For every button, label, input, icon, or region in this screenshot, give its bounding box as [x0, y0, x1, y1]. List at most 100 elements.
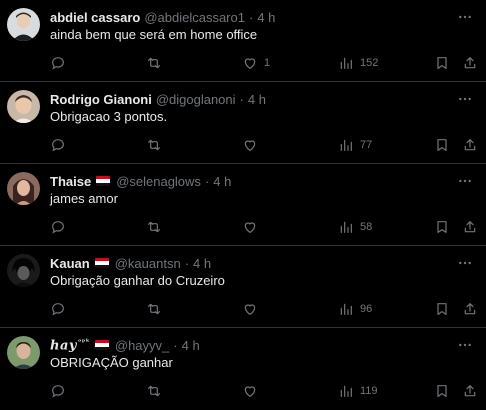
- views-chart-icon: [340, 303, 352, 315]
- tweet-actions: 58: [42, 217, 482, 237]
- bookmark-button[interactable]: [434, 135, 450, 155]
- share-icon: [464, 385, 476, 397]
- reply-button[interactable]: [50, 381, 66, 401]
- tweet[interactable]: Thaise @selenaglows · 4 h james amor 58: [0, 164, 486, 246]
- retweet-icon: [148, 303, 160, 315]
- timestamp[interactable]: 4 h: [193, 256, 211, 271]
- more-horizontal-icon: [459, 15, 471, 19]
- views-button[interactable]: 58: [338, 217, 372, 237]
- more-options-button[interactable]: [454, 6, 476, 28]
- retweet-button[interactable]: [146, 135, 162, 155]
- more-horizontal-icon: [459, 343, 471, 347]
- views-chart-icon: [340, 221, 352, 233]
- tweet-header: hayᵒᵖᵏ @hayyv_ · 4 h: [50, 337, 200, 353]
- tweet[interactable]: Rodrigo Gianoni @digoglanoni · 4 h Obrig…: [0, 82, 486, 164]
- view-count: 77: [360, 139, 373, 151]
- bookmark-button[interactable]: [434, 53, 450, 73]
- author-name[interactable]: hayᵒᵖᵏ: [50, 337, 90, 353]
- tweet-feed: abdiel cassaro @abdielcassaro1 · 4 h ain…: [0, 0, 486, 410]
- avatar[interactable]: [7, 336, 40, 369]
- share-icon: [464, 303, 476, 315]
- retweet-icon: [148, 57, 160, 69]
- separator: ·: [248, 9, 254, 25]
- bookmark-icon: [437, 385, 447, 397]
- tweet[interactable]: abdiel cassaro @abdielcassaro1 · 4 h ain…: [0, 0, 486, 82]
- author-handle[interactable]: @digoglanoni: [156, 92, 236, 107]
- avatar[interactable]: [7, 254, 40, 287]
- views-button[interactable]: 119: [338, 381, 378, 401]
- retweet-icon: [148, 221, 160, 233]
- more-options-button[interactable]: [454, 88, 476, 110]
- timestamp[interactable]: 4 h: [257, 10, 275, 25]
- share-button[interactable]: [462, 299, 478, 319]
- view-count: 58: [360, 221, 373, 233]
- tweet[interactable]: hayᵒᵖᵏ @hayyv_ · 4 h OBRIGAÇÃO ganhar 11…: [0, 328, 486, 410]
- avatar[interactable]: [7, 172, 40, 205]
- reply-icon: [52, 385, 64, 398]
- reply-button[interactable]: [50, 217, 66, 237]
- author-name[interactable]: Rodrigo Gianoni: [50, 92, 152, 107]
- heart-icon: [244, 140, 256, 151]
- more-options-button[interactable]: [454, 170, 476, 192]
- bookmark-button[interactable]: [434, 299, 450, 319]
- views-button[interactable]: 96: [338, 299, 372, 319]
- author-name[interactable]: abdiel cassaro: [50, 10, 140, 25]
- reply-button[interactable]: [50, 135, 66, 155]
- avatar[interactable]: [7, 8, 40, 41]
- tweet-text: ainda bem que será em home office: [50, 27, 258, 42]
- timestamp[interactable]: 4 h: [182, 338, 200, 353]
- tweet-actions: 1 152: [42, 53, 482, 73]
- tweet-actions: 119: [42, 381, 482, 401]
- bookmark-button[interactable]: [434, 381, 450, 401]
- reply-button[interactable]: [50, 53, 66, 73]
- author-handle[interactable]: @abdielcassaro1: [144, 10, 245, 25]
- reply-button[interactable]: [50, 299, 66, 319]
- like-button[interactable]: [242, 299, 264, 319]
- author-handle[interactable]: @hayyv_: [115, 338, 169, 353]
- share-button[interactable]: [462, 135, 478, 155]
- bookmark-icon: [437, 57, 447, 69]
- view-count: 96: [360, 303, 373, 315]
- retweet-button[interactable]: [146, 217, 162, 237]
- red-white-black-flag-icon: [96, 176, 111, 186]
- reply-icon: [52, 303, 64, 316]
- share-icon: [464, 139, 476, 151]
- tweet[interactable]: Kauan @kauantsn · 4 h Obrigação ganhar d…: [0, 246, 486, 328]
- bookmark-icon: [437, 221, 447, 233]
- separator: ·: [184, 255, 190, 271]
- heart-icon: [244, 386, 256, 397]
- more-options-button[interactable]: [454, 334, 476, 356]
- views-button[interactable]: 152: [338, 53, 378, 73]
- reply-icon: [52, 221, 64, 234]
- timestamp[interactable]: 4 h: [213, 174, 231, 189]
- more-options-button[interactable]: [454, 252, 476, 274]
- like-count: 1: [264, 57, 271, 69]
- tweet-actions: 96: [42, 299, 482, 319]
- like-button[interactable]: [242, 135, 264, 155]
- like-button[interactable]: 1: [242, 53, 270, 73]
- author-name[interactable]: Kauan: [50, 256, 90, 271]
- author-handle[interactable]: @kauantsn: [115, 256, 181, 271]
- reply-icon: [52, 57, 64, 70]
- share-button[interactable]: [462, 381, 478, 401]
- avatar-image: [7, 254, 40, 287]
- tweet-text: OBRIGAÇÃO ganhar: [50, 355, 173, 370]
- bookmark-button[interactable]: [434, 217, 450, 237]
- share-button[interactable]: [462, 217, 478, 237]
- red-white-black-flag-icon: [94, 340, 109, 350]
- tweet-text: james amor: [50, 191, 118, 206]
- author-handle[interactable]: @selenaglows: [116, 174, 201, 189]
- views-button[interactable]: 77: [338, 135, 372, 155]
- retweet-button[interactable]: [146, 53, 162, 73]
- share-button[interactable]: [462, 53, 478, 73]
- red-white-black-flag-icon: [94, 258, 109, 268]
- timestamp[interactable]: 4 h: [248, 92, 266, 107]
- avatar[interactable]: [7, 90, 40, 123]
- like-button[interactable]: [242, 217, 264, 237]
- author-name[interactable]: Thaise: [50, 174, 91, 189]
- retweet-button[interactable]: [146, 381, 162, 401]
- bookmark-icon: [437, 139, 447, 151]
- like-button[interactable]: [242, 381, 264, 401]
- retweet-button[interactable]: [146, 299, 162, 319]
- avatar-image: [7, 8, 40, 41]
